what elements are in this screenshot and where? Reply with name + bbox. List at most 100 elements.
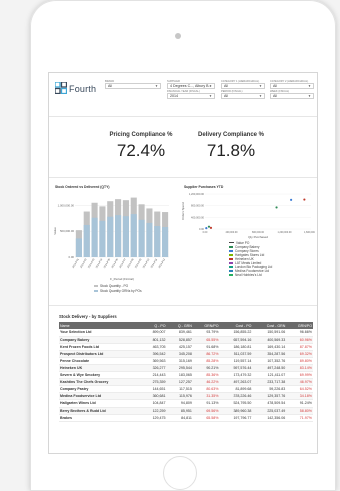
table-row[interactable]: Medina Foodservice Ltd 360,681 115,976 31.3…: [59, 392, 313, 401]
table-row[interactable]: Prospect Distributors Ltd 396,542 345,208 8…: [59, 350, 313, 358]
bar-stock-grn: [75, 238, 82, 257]
table-cell: 90.21%: [192, 364, 220, 373]
table-row[interactable]: Kent Frozen Foods Ltd 463,705 425,157 91.68…: [59, 343, 313, 351]
financial-year-select[interactable]: 2014 ▼: [167, 93, 215, 99]
table-cell: 121,411.07: [252, 371, 287, 380]
supplier-name-cell: Your Selection Ltd: [59, 329, 142, 337]
column-header[interactable]: GRN/PO: [286, 322, 313, 329]
table-row[interactable]: Brakes 129,475 84,811 65.58% 197,796.77 142,3…: [59, 414, 313, 422]
table-cell: 225,037.49: [252, 407, 287, 415]
chevron-down-icon: ▼: [259, 94, 262, 98]
kpi-title: Pricing Compliance %: [109, 132, 173, 138]
column-header[interactable]: Q - PO: [141, 322, 167, 329]
table-header-row: Name Q - PO Q - GRN GRN/PO Cost - PO Cos…: [59, 322, 313, 329]
table-cell: 400,569.33: [252, 336, 287, 344]
table-cell: 899,007: [141, 329, 167, 337]
supplier-name-cell: Prospect Distributors Ltd: [59, 350, 142, 358]
legend-swatch: [229, 253, 233, 257]
bar-legend-item-grn: Stock Quantity GRNs by POs: [94, 289, 142, 293]
column-header[interactable]: Cost - PO: [219, 322, 253, 329]
table-cell: 478,509.54: [252, 399, 287, 408]
table-cell: 369,563: [141, 357, 167, 365]
legend-swatch: [229, 242, 234, 243]
table-cell: 89.80%: [286, 357, 313, 365]
table-row[interactable]: Company Pastry 144,651 117,515 80.63% 81,899…: [59, 385, 313, 394]
home-button[interactable]: [163, 456, 197, 490]
scatter-point: [275, 206, 278, 209]
x-tick-label: 2014-P12: [158, 257, 166, 268]
table-row[interactable]: Severn & Wye Smokery 214,443 183,065 85.36%…: [59, 371, 313, 380]
table-body: Your Selection Ltd 899,007 839,461 93.79% 15…: [59, 329, 313, 422]
supplier-name-cell: Company Bakery: [59, 336, 142, 344]
table-cell: 94,809: [166, 399, 193, 408]
x-axis-label: Qty Purchased: [248, 235, 268, 239]
period-select[interactable]: All ▼: [221, 93, 265, 99]
table-cell: 85.28%: [192, 357, 220, 365]
table-cell: 93.79%: [192, 329, 220, 337]
table-cell: 60.96%: [286, 336, 313, 344]
table-cell: 326,277: [141, 364, 167, 373]
chevron-down-icon: ▼: [259, 84, 262, 88]
legend-swatch: [229, 261, 233, 265]
x-tick-label: 800,000.00: [252, 231, 265, 234]
table-row[interactable]: Heineken UK 326,277 295,544 90.21% 597,576.4…: [59, 364, 313, 373]
brand-select[interactable]: All ▼: [105, 83, 161, 89]
table-cell: 150,591.06: [252, 329, 287, 337]
table-cell: 497,263.07: [219, 378, 253, 387]
table-cell: 107,352.76: [252, 357, 287, 365]
table-row[interactable]: Penne Chocolate 369,563 315,169 85.28% 119,5…: [59, 357, 313, 365]
table-cell: 115,976: [166, 392, 193, 401]
column-header[interactable]: Q - GRN: [166, 322, 193, 329]
table-cell: 233,717.38: [252, 378, 287, 387]
category-1-select[interactable]: All ▼: [221, 83, 265, 89]
chevron-down-icon: ▼: [209, 94, 212, 98]
table-cell: 129,357.76: [252, 392, 287, 401]
table-cell: 85,951: [166, 407, 193, 415]
table-cell: 173,479.32: [219, 371, 253, 380]
table-row[interactable]: Berry Brothers & Rudd Ltd 122,259 85,951 69…: [59, 407, 313, 415]
chevron-down-icon: ▼: [209, 84, 212, 88]
table-cell: 34.18%: [286, 392, 313, 401]
table-cell: 69.99%: [286, 371, 313, 380]
stock-ordered-delivered-chart: 1,000,000.00500,000.000.00Value2014-P01 2…: [53, 197, 169, 281]
column-header[interactable]: Name: [59, 322, 142, 329]
supplier-name-cell: Penne Chocolate: [59, 357, 142, 365]
table-row[interactable]: Kashtins The Chefs Grocery 275,359 127,257…: [59, 378, 313, 387]
table-cell: 378,226.46: [219, 392, 253, 401]
table-row[interactable]: Company Bakery 801,132 528,857 65.55% 657,59…: [59, 336, 313, 344]
table-cell: 528,857: [166, 336, 193, 344]
table-cell: 345,208: [166, 350, 193, 358]
bar-stock-grn: [146, 222, 153, 257]
table-cell: 156,855.22: [219, 329, 253, 337]
table-cell: 81,899.68: [219, 385, 253, 394]
chevron-down-icon: ▼: [155, 84, 158, 88]
column-header[interactable]: GRN/PO: [192, 322, 220, 329]
table-cell: 183,065: [166, 371, 193, 380]
table-cell: 65.58%: [192, 414, 220, 422]
week-select[interactable]: All ▼: [270, 93, 314, 99]
y-tick-label: 500,000.00: [60, 229, 74, 233]
table-row[interactable]: Hallgarten Wines Ltd 104,847 94,809 91.13% 5…: [59, 399, 313, 408]
table-cell: 31.35%: [192, 392, 220, 401]
y-tick-label: 0.00: [69, 255, 75, 259]
table-cell: 354,287.56: [252, 350, 287, 358]
dashboard-screen: Fourth Brand All ▼ Supplier 4 Degrees C..…: [48, 72, 318, 454]
table-row[interactable]: Your Selection Ltd 899,007 839,461 93.79% 15…: [59, 329, 313, 337]
supplier-name-cell: Severn & Wye Smokery: [59, 371, 142, 380]
scatter-chart-title: Supplier Purchases YTD: [184, 185, 224, 189]
y-tick-label: 800,000.00: [191, 204, 205, 208]
table-cell: 46.97%: [286, 378, 313, 387]
table-cell: 186,180.81: [219, 343, 253, 351]
column-header[interactable]: Cost - GRN: [252, 322, 287, 329]
supplier-select[interactable]: 4 Degrees C..., Albury B... ▼: [167, 83, 215, 89]
supplier-name-cell: Brakes: [59, 414, 142, 422]
x-tick-label: 1,200,000.00: [278, 231, 293, 234]
table-cell: 87.87%: [286, 343, 313, 351]
table-cell: 524,795.50: [219, 399, 253, 408]
filter-header: Fourth Brand All ▼ Supplier 4 Degrees C..…: [49, 73, 317, 117]
category-2-select[interactable]: All ▼: [270, 83, 314, 89]
table-cell: 214,443: [141, 371, 167, 380]
kpi-value: 71.8%: [206, 141, 256, 160]
supplier-name-cell: Heineken UK: [59, 364, 142, 373]
legend-swatch: [229, 257, 233, 261]
